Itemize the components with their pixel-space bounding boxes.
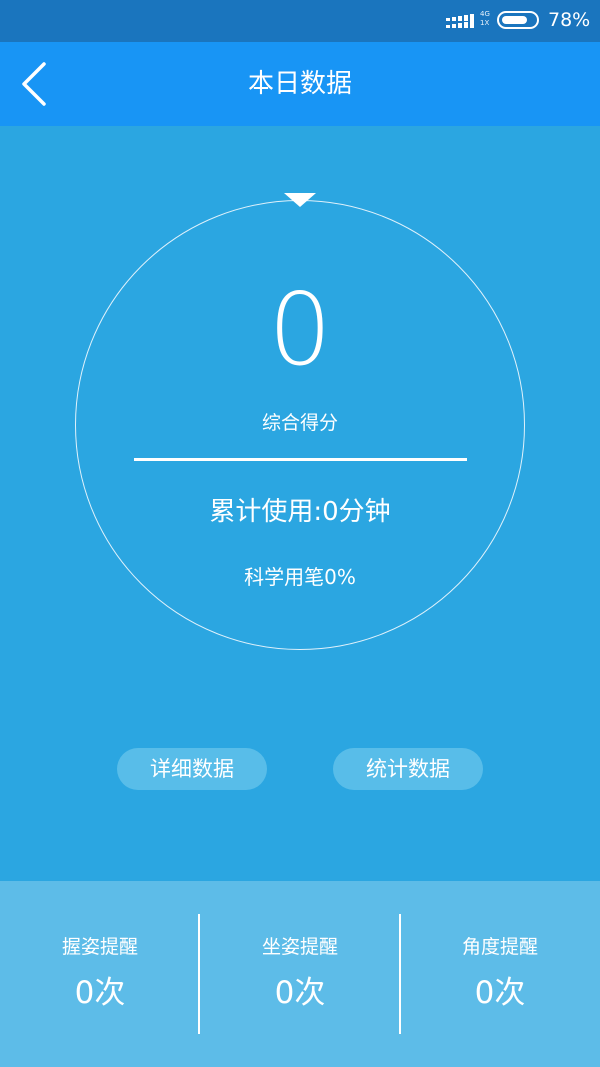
stat-label: 坐姿提醒 bbox=[261, 936, 338, 958]
dial-pointer-icon bbox=[284, 193, 316, 207]
stat-value: 0次 bbox=[274, 975, 326, 1011]
angle-reminder-stat: 角度提醒 0次 bbox=[400, 881, 600, 1067]
stat-label: 握姿提醒 bbox=[61, 936, 138, 958]
grip-reminder-stat: 握姿提醒 0次 bbox=[0, 881, 200, 1067]
composite-score-label: 综合得分 bbox=[261, 412, 338, 434]
composite-score: 0 bbox=[268, 271, 332, 388]
signal-strength-icon bbox=[446, 14, 474, 28]
posture-reminder-stat: 坐姿提醒 0次 bbox=[200, 881, 400, 1067]
scientific-pen-use-text: 科学用笔0% bbox=[244, 565, 356, 589]
network-type: 4G 1X bbox=[480, 10, 490, 28]
page-title: 本日数据 bbox=[247, 69, 352, 99]
status-bar: 4G 1X 78% bbox=[0, 0, 600, 42]
network-type-bottom: 1X bbox=[480, 19, 490, 27]
statistics-data-button[interactable]: 统计数据 bbox=[333, 748, 483, 790]
stat-label: 角度提醒 bbox=[461, 936, 538, 958]
stat-value: 0次 bbox=[74, 975, 126, 1011]
network-type-top: 4G bbox=[480, 10, 490, 18]
total-usage-text: 累计使用:0分钟 bbox=[209, 497, 391, 527]
detail-data-button[interactable]: 详细数据 bbox=[117, 748, 267, 790]
battery-level bbox=[502, 16, 527, 24]
battery-icon bbox=[497, 11, 539, 29]
chevron-left-icon bbox=[22, 62, 46, 106]
battery-percentage: 78% bbox=[548, 9, 591, 31]
reminder-stats-panel: 握姿提醒 0次 坐姿提醒 0次 角度提醒 0次 bbox=[0, 881, 600, 1067]
back-button[interactable] bbox=[14, 60, 58, 108]
stat-value: 0次 bbox=[474, 975, 526, 1011]
dial-divider bbox=[134, 458, 467, 461]
app-header: 本日数据 bbox=[0, 42, 600, 126]
